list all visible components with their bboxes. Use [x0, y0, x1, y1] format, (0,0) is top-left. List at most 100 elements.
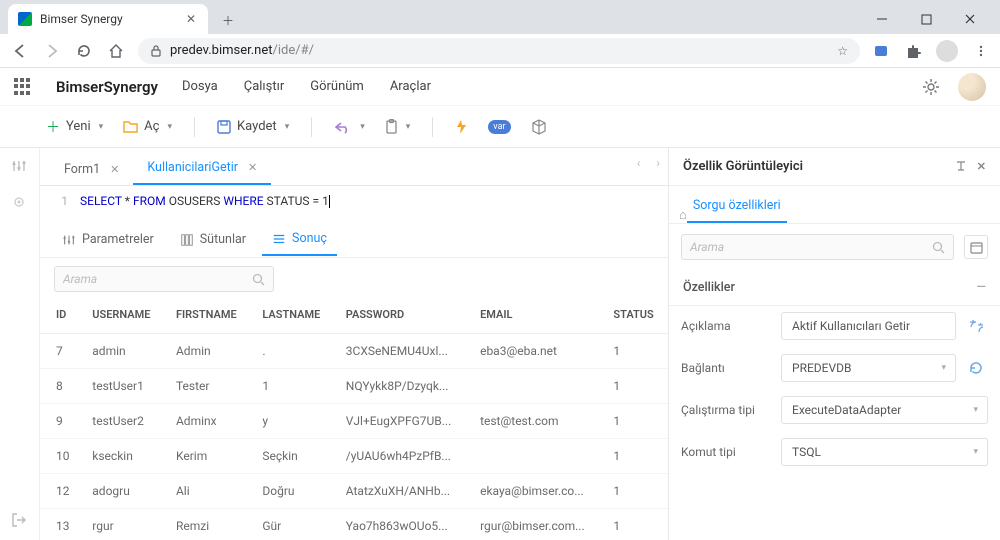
cell	[470, 369, 603, 404]
cell: Ali	[166, 474, 252, 509]
close-icon[interactable]: ✕	[110, 163, 119, 176]
cell: Tester	[166, 369, 252, 404]
cell: 1	[252, 369, 335, 404]
tab-label: KullanicilariGetir	[147, 160, 238, 175]
separator	[311, 117, 312, 137]
result-tab-result[interactable]: Sonuç	[262, 223, 337, 256]
tab-form1[interactable]: Form1✕	[50, 153, 133, 185]
cell: /yUAU6wh4PzPfB...	[336, 439, 470, 474]
property-search-box[interactable]	[681, 234, 954, 260]
execution-type-select[interactable]	[781, 396, 988, 424]
collapse-icon[interactable]: —	[976, 280, 986, 295]
table-row[interactable]: 8testUser1Tester1NQYykk8P/Dzyqk...1	[40, 369, 668, 404]
browser-tab[interactable]: Bimser Synergy ✕	[8, 4, 208, 34]
cell: AtatzXuXH/ANHb...	[336, 474, 470, 509]
tab-kullanicilarigetir[interactable]: KullanicilariGetir ✕	[133, 151, 271, 185]
column-header[interactable]: PASSWORD	[336, 296, 470, 334]
kebab-menu-icon[interactable]	[972, 42, 990, 60]
star-icon[interactable]: ☆	[837, 44, 848, 58]
open-button[interactable]: Aç▾	[121, 115, 174, 138]
column-header[interactable]: LASTNAME	[252, 296, 335, 334]
undo-button[interactable]: ▾	[332, 116, 367, 138]
table-row[interactable]: 13rgurRemziGürYao7h863wOUo5...rgur@bimse…	[40, 509, 668, 540]
properties-section-header[interactable]: Özellikler —	[669, 270, 1000, 306]
connection-select[interactable]	[781, 354, 956, 382]
column-header[interactable]: STATUS	[603, 296, 668, 334]
sliders-icon[interactable]	[11, 158, 29, 176]
new-tab-button[interactable]: ＋	[214, 6, 242, 34]
menu-view[interactable]: Görünüm	[310, 79, 364, 94]
var-badge[interactable]: var	[486, 116, 512, 138]
column-header[interactable]: EMAIL	[470, 296, 603, 334]
close-panel-icon[interactable]: ✕	[977, 160, 986, 173]
settings-alt-icon[interactable]	[11, 194, 29, 212]
cell: 1	[603, 439, 668, 474]
close-icon[interactable]: ✕	[248, 161, 257, 174]
rtab-label: Sütunlar	[200, 232, 246, 247]
translate-icon[interactable]	[964, 314, 988, 338]
search-icon	[252, 273, 265, 286]
result-grid[interactable]: IDUSERNAMEFIRSTNAMELASTNAMEPASSWORDEMAIL…	[40, 296, 668, 540]
menu-file[interactable]: Dosya	[182, 79, 218, 94]
result-search-row	[40, 258, 668, 296]
new-button[interactable]: ＋Yeni▾	[44, 113, 105, 141]
result-search-input[interactable]	[63, 272, 252, 286]
app-grid-icon[interactable]	[14, 78, 32, 96]
pin-icon[interactable]	[955, 160, 967, 173]
property-viewer: Özellik Görüntüleyici ✕ ⌂ Sorgu özellikl…	[668, 148, 1000, 540]
save-label: Kaydet	[237, 119, 277, 134]
exit-icon[interactable]	[11, 512, 29, 530]
result-tab-columns[interactable]: Sütunlar	[170, 224, 256, 255]
refresh-icon[interactable]	[964, 356, 988, 380]
cell: 3CXSeNEMU4Uxl...	[336, 334, 470, 369]
menu-tools[interactable]: Araçlar	[390, 79, 431, 94]
app-name: BimserSynergy	[56, 78, 158, 96]
cell: 1	[603, 369, 668, 404]
url-field[interactable]: predev.bimser.net/ide/#/ ☆	[138, 38, 860, 64]
result-search-box[interactable]	[54, 266, 274, 292]
cell: 13	[40, 509, 82, 540]
property-viewer-header: Özellik Görüntüleyici ✕	[669, 148, 1000, 186]
puzzle-icon[interactable]	[904, 42, 922, 60]
cell: 1	[603, 509, 668, 540]
table-row[interactable]: 10kseckinKerimSeçkin/yUAU6wh4PzPfB...1	[40, 439, 668, 474]
table-row[interactable]: 12adogruAliDoğruAtatzXuXH/ANHb...ekaya@b…	[40, 474, 668, 509]
column-header[interactable]: ID	[40, 296, 82, 334]
calendar-icon[interactable]	[964, 235, 988, 259]
table-row[interactable]: 9testUser2AdminxyVJl+EugXPFG7UB...test@t…	[40, 404, 668, 439]
clipboard-button[interactable]: ▾	[383, 115, 413, 138]
property-search-input[interactable]	[690, 240, 932, 254]
cell: NQYykk8P/Dzyqk...	[336, 369, 470, 404]
column-header[interactable]: USERNAME	[82, 296, 166, 334]
column-header[interactable]: FIRSTNAME	[166, 296, 252, 334]
prop-label: Çalıştırma tipi	[681, 403, 773, 417]
user-avatar-icon[interactable]	[958, 73, 986, 101]
window-maximize-button[interactable]	[904, 4, 948, 34]
result-tab-params[interactable]: Parametreler	[52, 224, 164, 255]
tab-prev-icon[interactable]: ‹	[637, 156, 641, 170]
description-input[interactable]	[781, 312, 956, 340]
subtab-query-props[interactable]: Sorgu özellikleri	[687, 189, 787, 223]
extension-icon[interactable]	[872, 42, 890, 60]
gear-icon[interactable]	[922, 78, 940, 96]
sql-editor[interactable]: 1 SELECT * FROM OSUSERS WHERE STATUS = 1	[40, 186, 668, 222]
profile-avatar-icon[interactable]	[936, 40, 958, 62]
window-minimize-button[interactable]	[860, 4, 904, 34]
home-button[interactable]	[106, 41, 126, 61]
cube-icon[interactable]	[529, 115, 549, 139]
home-icon[interactable]: ⌂	[679, 207, 687, 223]
section-label: Özellikler	[683, 280, 735, 295]
tab-next-icon[interactable]: ›	[656, 156, 660, 170]
back-button[interactable]	[10, 41, 30, 61]
command-type-select[interactable]	[781, 438, 988, 466]
menu-run[interactable]: Çalıştır	[244, 79, 285, 94]
save-button[interactable]: Kaydet▾	[215, 115, 291, 138]
forward-button[interactable]	[42, 41, 62, 61]
table-row[interactable]: 7adminAdmin.3CXSeNEMU4Uxl...eba3@eba.net…	[40, 334, 668, 369]
close-tab-icon[interactable]: ✕	[184, 12, 198, 26]
cell: .	[252, 334, 335, 369]
reload-button[interactable]	[74, 41, 94, 61]
run-button[interactable]	[453, 115, 470, 139]
window-close-button[interactable]	[948, 4, 992, 34]
text-cursor	[329, 195, 330, 208]
